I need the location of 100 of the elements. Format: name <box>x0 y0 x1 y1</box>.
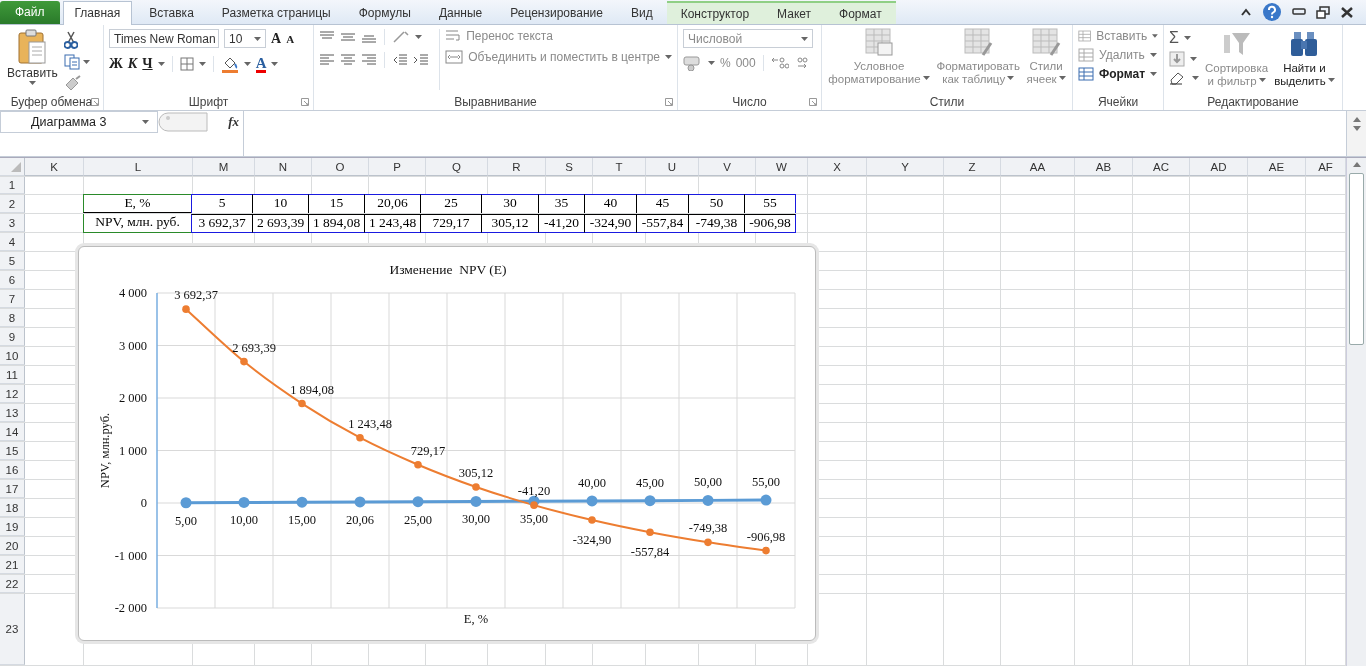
increase-indent-icon[interactable] <box>413 53 429 67</box>
align-vertical-icon[interactable] <box>340 30 356 44</box>
row-header[interactable]: 2 <box>0 195 25 213</box>
table-cell[interactable]: 35 <box>538 194 585 213</box>
column-header[interactable]: V <box>699 158 756 176</box>
copy-icon[interactable] <box>63 54 80 70</box>
align-horizontal-icon[interactable] <box>319 53 335 67</box>
row-header[interactable]: 9 <box>0 328 25 346</box>
table-cell[interactable]: 15 <box>308 194 365 213</box>
borders-icon[interactable] <box>179 57 194 71</box>
restore-icon[interactable] <box>1316 5 1330 19</box>
dialog-launcher-icon[interactable] <box>91 98 99 106</box>
decrease-indent-icon[interactable] <box>392 53 408 67</box>
table-cell[interactable]: 45 <box>636 194 689 213</box>
row-header[interactable]: 4 <box>0 233 25 251</box>
ribbon-tab[interactable]: Вид <box>619 2 664 24</box>
row-header[interactable]: 17 <box>0 480 25 498</box>
ribbon-tab[interactable]: Файл <box>0 1 60 24</box>
table-cell[interactable]: -324,90 <box>584 214 637 233</box>
table-cell[interactable]: 10 <box>252 194 309 213</box>
column-header[interactable]: T <box>593 158 646 176</box>
ribbon-tab[interactable]: Разметка страницы <box>210 2 342 24</box>
scissors-icon[interactable] <box>63 31 78 49</box>
find-select-button[interactable]: Найти и выделить <box>1274 29 1335 94</box>
table-cell[interactable]: 20,06 <box>364 194 421 213</box>
column-header[interactable]: AB <box>1075 158 1133 176</box>
name-box[interactable]: Диаграмма 3 <box>0 111 158 133</box>
ribbon-tab[interactable]: Вставка <box>138 2 205 24</box>
font-color-button[interactable]: A <box>255 55 267 73</box>
column-header[interactable]: AC <box>1133 158 1190 176</box>
table-cell[interactable]: 729,17 <box>420 214 482 233</box>
scroll-down-icon[interactable] <box>1352 126 1361 131</box>
row-header[interactable]: 8 <box>0 309 25 327</box>
fill-color-icon[interactable] <box>220 55 239 73</box>
shrink-font-button[interactable]: A <box>286 32 295 45</box>
table-cell[interactable]: 3 692,37 <box>191 214 253 233</box>
autosum-button[interactable]: Σ <box>1169 29 1179 47</box>
column-header[interactable]: Q <box>426 158 488 176</box>
dialog-launcher-icon[interactable] <box>301 98 309 106</box>
table-cell[interactable]: 40 <box>584 194 637 213</box>
ribbon-tab[interactable]: Формулы <box>347 2 422 24</box>
table-cell[interactable]: -41,20 <box>538 214 585 233</box>
grow-font-button[interactable]: A <box>271 30 282 47</box>
column-header[interactable]: M <box>193 158 255 176</box>
row-header[interactable]: 21 <box>0 556 25 574</box>
column-header[interactable]: X <box>808 158 867 176</box>
table-cell[interactable]: 305,12 <box>481 214 539 233</box>
column-header[interactable]: Z <box>944 158 1001 176</box>
table-cell[interactable]: 50 <box>688 194 745 213</box>
column-header[interactable]: AA <box>1001 158 1075 176</box>
chart-area[interactable] <box>78 246 816 641</box>
orientation-icon[interactable] <box>392 30 410 44</box>
row-header[interactable]: 15 <box>0 442 25 460</box>
table-cell[interactable]: 5 <box>191 194 253 213</box>
column-header[interactable]: AD <box>1190 158 1248 176</box>
column-header[interactable]: AE <box>1248 158 1306 176</box>
table-cell[interactable]: -557,84 <box>636 214 689 233</box>
column-header[interactable]: O <box>312 158 369 176</box>
row-header[interactable]: 5 <box>0 252 25 270</box>
align-horizontal-icon[interactable] <box>361 53 377 67</box>
percent-button[interactable]: % <box>720 56 731 70</box>
currency-icon[interactable] <box>683 55 703 71</box>
column-header[interactable]: S <box>546 158 593 176</box>
format-painter-icon[interactable] <box>63 75 82 91</box>
table-cell[interactable]: NPV, млн. руб. <box>83 214 192 233</box>
thousands-separator-button[interactable]: 000 <box>735 56 756 70</box>
font-size-dropdown[interactable]: 10 <box>224 29 266 48</box>
column-header[interactable]: Y <box>867 158 944 176</box>
table-cell[interactable]: -906,98 <box>744 214 796 233</box>
row-header[interactable]: 13 <box>0 404 25 422</box>
scroll-up-icon[interactable] <box>1352 117 1361 122</box>
table-cell[interactable]: 30 <box>481 194 539 213</box>
column-header[interactable]: N <box>255 158 312 176</box>
italic-button[interactable]: К <box>127 56 138 72</box>
table-cell[interactable]: 25 <box>420 194 482 213</box>
select-all-corner[interactable] <box>0 158 25 176</box>
column-header[interactable]: U <box>646 158 699 176</box>
column-header[interactable]: AF <box>1306 158 1346 176</box>
increase-decimal-icon[interactable] <box>770 56 789 70</box>
row-header[interactable]: 16 <box>0 461 25 479</box>
minimize-icon[interactable] <box>1292 8 1306 16</box>
column-header[interactable]: R <box>488 158 546 176</box>
row-header[interactable]: 1 <box>0 177 25 194</box>
resize-handle-icon[interactable] <box>158 112 208 132</box>
dialog-launcher-icon[interactable] <box>809 98 817 106</box>
column-header[interactable]: K <box>25 158 84 176</box>
row-header[interactable]: 19 <box>0 518 25 536</box>
row-header[interactable]: 22 <box>0 575 25 593</box>
scroll-up-icon[interactable] <box>1352 162 1361 167</box>
row-header[interactable]: 12 <box>0 385 25 403</box>
table-cell[interactable]: -749,38 <box>688 214 745 233</box>
column-header[interactable]: W <box>756 158 808 176</box>
column-header[interactable]: P <box>369 158 426 176</box>
bold-button[interactable]: Ж <box>109 56 123 72</box>
table-cell[interactable]: 55 <box>744 194 796 213</box>
row-header[interactable]: 18 <box>0 499 25 517</box>
column-header[interactable]: L <box>84 158 193 176</box>
row-header[interactable]: 11 <box>0 366 25 384</box>
row-header[interactable]: 10 <box>0 347 25 365</box>
ribbon-tab[interactable]: Данные <box>427 2 494 24</box>
